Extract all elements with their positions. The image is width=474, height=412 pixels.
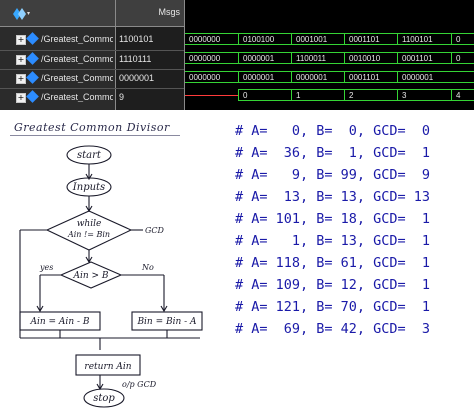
signal-name[interactable]: /Greatest_Common... (41, 73, 113, 83)
inputs-label: Inputs (72, 182, 105, 193)
signal-diamond-icon (26, 52, 39, 65)
msgs-header: Msgs (116, 0, 184, 27)
console-line: # A= 121, B= 70, GCD= 1 (235, 299, 431, 315)
gcd-flowchart: Greatest Common Divisor start Inputs whi… (0, 112, 220, 412)
while-condition-label: Ain != Bin (67, 230, 110, 239)
signal-value: 0000001 (119, 73, 155, 83)
expand-plus-icon[interactable]: + (16, 74, 26, 84)
console-line: # A= 69, B= 42, GCD= 3 (235, 321, 431, 337)
yes-label: yes (39, 263, 53, 272)
flowchart-drawing: start Inputs while Ain != Bin GCD Ain > … (19, 145, 203, 408)
signal-row[interactable]: + /Greatest_Common... 0000001 (0, 70, 184, 88)
console-line: # A= 0, B= 0, GCD= 0 (235, 123, 431, 139)
signal-name[interactable]: /Greatest_Common... (41, 34, 113, 44)
wave-segment: 0000000 (185, 52, 238, 64)
undefined-signal-line (185, 95, 238, 96)
wave-segment: 0 (451, 52, 474, 64)
wave-segment: 0001101 (397, 52, 451, 64)
console-line: # A= 1, B= 13, GCD= 1 (235, 233, 431, 249)
signal-row[interactable]: + /Greatest_Common... 1110111 (0, 51, 184, 69)
wave-segment: 1100011 (291, 52, 344, 64)
wave-segment: 0000000 (185, 33, 238, 45)
condition-label: Ain > B (72, 271, 108, 281)
signal-name-header (0, 0, 115, 27)
signal-row[interactable]: + /Greatest_Common... 9 (0, 89, 184, 107)
console-line: # A= 13, B= 13, GCD= 13 (235, 189, 431, 205)
wave-segment: 0 (451, 33, 474, 45)
wave-segment: 0000000 (185, 71, 238, 83)
wave-segment: 0001101 (344, 33, 397, 45)
signal-name[interactable]: /Greatest_Common... (41, 92, 113, 102)
wave-segment: 4 (451, 89, 474, 101)
wave-segment: 0000001 (397, 71, 474, 83)
expand-plus-icon[interactable]: + (16, 93, 26, 103)
signal-value: 1100101 (119, 34, 154, 44)
signal-value: 9 (119, 92, 125, 102)
waveform-area[interactable]: 0000000 0100100 0001001 0001101 1100101 … (185, 27, 474, 110)
wave-segment: 0100100 (238, 33, 291, 45)
wave-segment: 0000001 (238, 71, 291, 83)
right-box-label: Bin = Bin - A (136, 317, 197, 327)
wave-segment: 2 (344, 89, 397, 101)
signal-diamond-icon (26, 32, 39, 45)
modelsim-logo-icon[interactable] (12, 7, 30, 21)
gcd-label: GCD (145, 226, 165, 235)
signal-name[interactable]: /Greatest_Common... (41, 54, 113, 64)
left-box-label: Ain = Ain - B (30, 317, 90, 327)
wave-segment: 0000001 (291, 71, 344, 83)
console-line: # A= 36, B= 1, GCD= 1 (235, 145, 431, 161)
expand-plus-icon[interactable]: + (16, 35, 26, 45)
wave-segment: 0001101 (344, 71, 397, 83)
wave-segment: 0001001 (291, 33, 344, 45)
wave-segment: 1100101 (397, 33, 451, 45)
wave-segment: 0010010 (344, 52, 397, 64)
wave-segment: 1 (291, 89, 344, 101)
return-box-label: return Ain (84, 362, 131, 372)
start-label: start (77, 150, 102, 161)
signal-diamond-icon (26, 71, 39, 84)
simulation-console: # A= 0, B= 0, GCD= 0 # A= 36, B= 1, GCD=… (222, 114, 474, 344)
wave-segment: 0000001 (238, 52, 291, 64)
wave-segment: 0 (238, 89, 291, 101)
signal-diamond-icon (26, 90, 39, 103)
console-line: # A= 101, B= 18, GCD= 1 (235, 211, 431, 227)
while-label: while (77, 219, 102, 229)
output-label: o/p GCD (122, 380, 157, 389)
expand-plus-icon[interactable]: + (16, 55, 26, 65)
msgs-label: Msgs (158, 7, 180, 17)
signal-value: 1110111 (119, 54, 152, 64)
no-label: No (141, 263, 154, 272)
waveform-viewer: Msgs + /Greatest_Common... 1100101 + /Gr… (0, 0, 474, 110)
wave-segment: 3 (397, 89, 451, 101)
console-line: # A= 118, B= 61, GCD= 1 (235, 255, 431, 271)
stop-label: stop (93, 393, 115, 404)
signal-row[interactable]: + /Greatest_Common... 1100101 (0, 31, 184, 49)
console-line: # A= 9, B= 99, GCD= 9 (235, 167, 431, 183)
console-line: # A= 109, B= 12, GCD= 1 (235, 277, 431, 293)
